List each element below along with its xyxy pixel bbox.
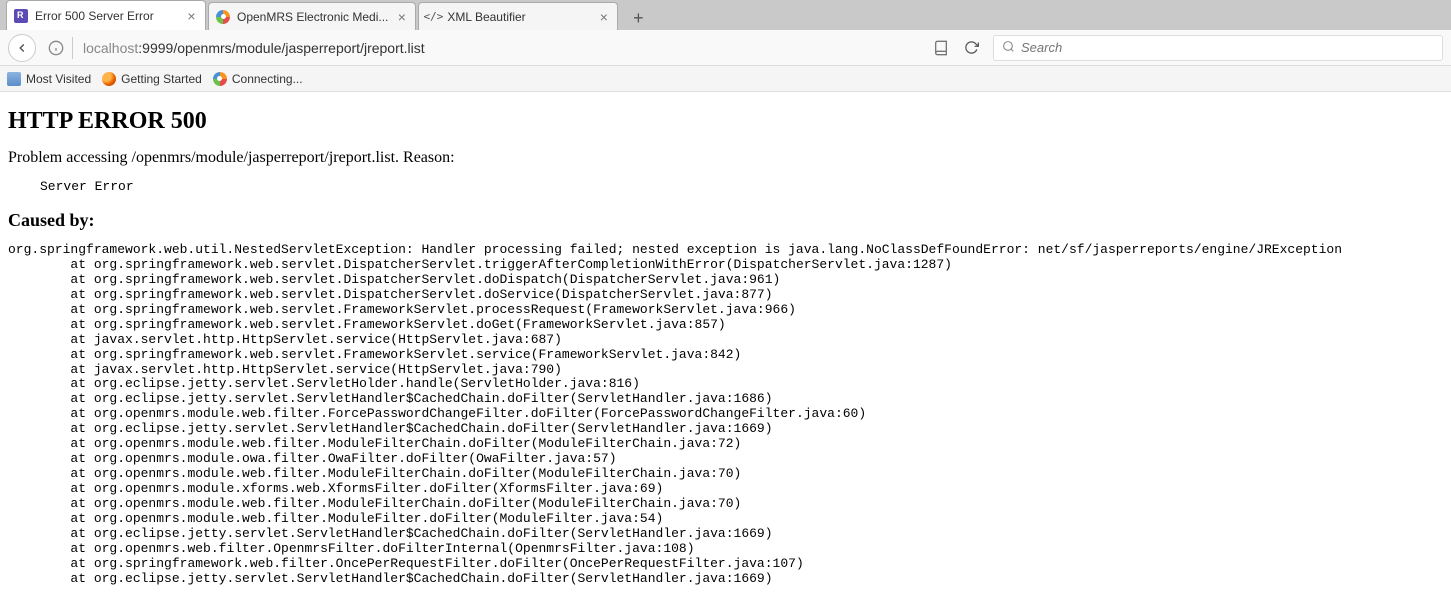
- tab-bar: Error 500 Server Error × OpenMRS Electro…: [0, 0, 1451, 30]
- bookmark-label: Most Visited: [26, 72, 91, 86]
- favicon-code-icon: </>: [425, 9, 441, 25]
- url-host: localhost: [83, 40, 138, 56]
- new-tab-button[interactable]: +: [624, 6, 652, 30]
- most-visited-icon: [6, 71, 22, 87]
- bookmarks-bar: Most Visited Getting Started Connecting.…: [0, 66, 1451, 92]
- search-icon: [1002, 40, 1015, 56]
- tab-error-500[interactable]: Error 500 Server Error ×: [6, 0, 206, 30]
- close-icon[interactable]: ×: [394, 9, 409, 24]
- error-heading: HTTP ERROR 500: [8, 108, 1443, 135]
- bookmark-connecting[interactable]: Connecting...: [212, 71, 303, 87]
- page-content: HTTP ERROR 500 Problem accessing /openmr…: [0, 92, 1451, 612]
- reason-text: Server Error: [40, 179, 1443, 194]
- openmrs-icon: [212, 71, 228, 87]
- favicon-jr-icon: [13, 8, 29, 24]
- bookmark-getting-started[interactable]: Getting Started: [101, 71, 202, 87]
- search-box[interactable]: [993, 35, 1443, 61]
- bookmark-label: Getting Started: [121, 72, 202, 86]
- stack-trace: org.springframework.web.util.NestedServl…: [8, 243, 1443, 587]
- problem-path: /openmrs/module/jasperreport/jreport.lis…: [132, 149, 396, 166]
- tab-xml-beautifier[interactable]: </> XML Beautifier ×: [418, 2, 618, 30]
- firefox-icon: [101, 71, 117, 87]
- problem-line: Problem accessing /openmrs/module/jasper…: [8, 149, 1443, 167]
- back-button[interactable]: [8, 34, 36, 62]
- bookmark-most-visited[interactable]: Most Visited: [6, 71, 91, 87]
- reload-icon[interactable]: [961, 38, 981, 58]
- caused-by-heading: Caused by:: [8, 210, 1443, 231]
- tab-title: XML Beautifier: [447, 10, 590, 24]
- tab-title: Error 500 Server Error: [35, 9, 178, 23]
- url-port: :9999: [138, 40, 173, 56]
- close-icon[interactable]: ×: [184, 8, 199, 23]
- problem-prefix: Problem accessing: [8, 149, 132, 166]
- problem-suffix: . Reason:: [395, 149, 455, 166]
- bookmark-label: Connecting...: [232, 72, 303, 86]
- tab-openmrs[interactable]: OpenMRS Electronic Medi... ×: [208, 2, 416, 30]
- address-actions: [931, 38, 981, 58]
- search-input[interactable]: [1021, 40, 1434, 55]
- site-info-icon[interactable]: [46, 38, 66, 58]
- address-bar: localhost:9999/openmrs/module/jasperrepo…: [0, 30, 1451, 66]
- url-path: /openmrs/module/jasperreport/jreport.lis…: [173, 40, 424, 56]
- tab-title: OpenMRS Electronic Medi...: [237, 10, 388, 24]
- reader-mode-icon[interactable]: [931, 38, 951, 58]
- close-icon[interactable]: ×: [596, 9, 611, 24]
- favicon-openmrs-icon: [215, 9, 231, 25]
- divider: [72, 37, 73, 59]
- url-input[interactable]: localhost:9999/openmrs/module/jasperrepo…: [79, 35, 927, 61]
